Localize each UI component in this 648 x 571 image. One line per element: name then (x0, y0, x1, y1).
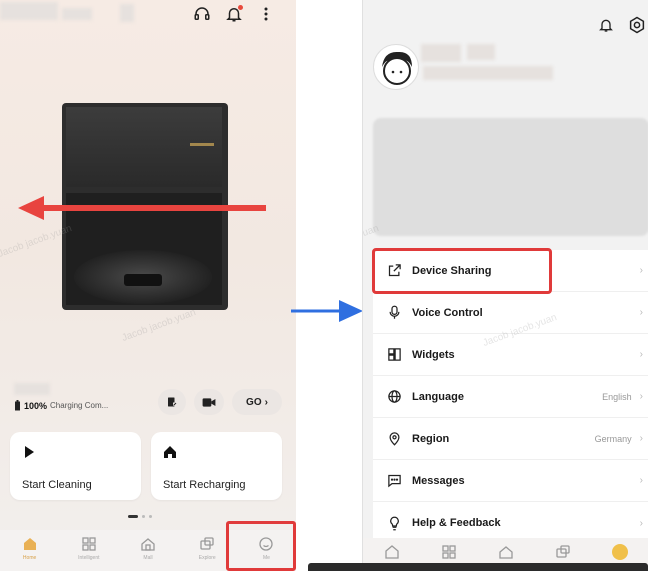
menu-label: Language (412, 390, 464, 403)
swipe-left-arrow (18, 196, 266, 220)
redacted-username-2 (467, 44, 495, 60)
redacted-robot-name (14, 383, 50, 395)
home-tab-icon (384, 545, 399, 559)
location-pin-icon (385, 430, 403, 448)
home-screen: 100% Charging Com... GO › Start Cleaning… (0, 0, 296, 571)
window-bottom-bar (308, 563, 648, 571)
widgets-icon (385, 346, 403, 364)
start-cleaning-card[interactable]: Start Cleaning (10, 432, 141, 500)
page-indicator (128, 515, 152, 518)
map-edit-button[interactable] (158, 389, 186, 415)
headset-icon[interactable] (192, 4, 212, 24)
chevron-right-icon: › (639, 517, 643, 529)
menu-label: Help & Feedback (412, 517, 501, 529)
mic-icon (385, 304, 403, 322)
device-sharing-highlight (372, 248, 552, 294)
menu-item-language[interactable]: Language English › (373, 376, 648, 418)
explore-icon (556, 545, 570, 558)
chevron-right-icon: › (639, 475, 643, 486)
redacted-device-name-2 (62, 8, 92, 20)
watermark-2: Jacob jacob.yuan (120, 307, 198, 344)
redacted-device-name (0, 2, 58, 20)
home-top-icons (192, 4, 276, 24)
tab-intelligent[interactable]: Intelligent (59, 530, 118, 571)
avatar[interactable] (373, 44, 419, 90)
bag-icon (141, 538, 155, 551)
map-edit-icon (168, 397, 177, 407)
start-cleaning-label: Start Cleaning (22, 479, 92, 491)
home-icon (164, 446, 176, 458)
more-vertical-icon[interactable] (256, 4, 276, 24)
go-button[interactable]: GO › (232, 389, 282, 415)
tab-home[interactable]: Home (0, 530, 59, 571)
chevron-right-icon: › (264, 396, 268, 408)
tab-intelligent-label: Intelligent (78, 555, 100, 561)
go-button-label: GO (246, 396, 262, 408)
camera-button[interactable] (194, 389, 224, 415)
tab-explore-label: Explore (198, 555, 216, 561)
redacted-username (421, 44, 461, 62)
chevron-right-icon: › (639, 391, 643, 402)
notification-dot (238, 5, 243, 10)
start-recharging-label: Start Recharging (163, 479, 246, 491)
me-tab-highlight (226, 521, 296, 571)
menu-item-messages[interactable]: Messages › (373, 460, 648, 502)
settings-menu: Device Sharing › Voice Control › Widgets… (373, 250, 648, 550)
grid-icon (442, 545, 456, 559)
menu-value: Germany (594, 433, 632, 444)
menu-value: English (602, 391, 632, 402)
play-icon (25, 446, 34, 458)
menu-label: Region (412, 432, 450, 445)
settings-gear-icon[interactable] (628, 16, 646, 34)
menu-item-region[interactable]: Region Germany › (373, 418, 648, 460)
promo-banner[interactable] (373, 118, 648, 236)
start-recharging-card[interactable]: Start Recharging (151, 432, 282, 500)
chevron-right-icon: › (639, 307, 643, 318)
me-top-icons (598, 16, 646, 34)
battery-icon (15, 400, 20, 411)
globe-icon (385, 388, 403, 406)
grid-icon (82, 537, 96, 551)
battery-percent: 100% (24, 400, 48, 411)
explore-icon (200, 537, 214, 550)
tab-mall[interactable]: Mall (118, 530, 177, 571)
navigation-arrow (291, 300, 363, 322)
robot-vacuum-image (74, 250, 212, 304)
camera-icon (202, 397, 216, 407)
bag-icon (499, 546, 513, 559)
menu-item-widgets[interactable]: Widgets › (373, 334, 648, 376)
battery-status: 100% Charging Com... (14, 400, 108, 411)
redacted-device-name-3 (120, 4, 134, 22)
chevron-right-icon: › (639, 433, 643, 444)
me-icon (612, 544, 629, 560)
lightbulb-icon (385, 514, 403, 532)
bell-icon[interactable] (598, 16, 614, 34)
home-tab-icon (23, 538, 36, 550)
screenshot-stage: 100% Charging Com... GO › Start Cleaning… (0, 0, 648, 571)
redacted-user-id (423, 66, 553, 80)
avatar-illustration (382, 51, 412, 85)
tab-mall-label: Mall (143, 555, 153, 561)
menu-label: Widgets (412, 348, 455, 361)
menu-label: Messages (412, 474, 465, 487)
menu-label: Voice Control (412, 306, 483, 319)
message-icon (385, 472, 403, 490)
tab-home-label: Home (22, 555, 37, 561)
battery-state: Charging Com... (50, 401, 109, 410)
bell-icon[interactable] (224, 4, 244, 24)
chevron-right-icon: › (639, 349, 643, 360)
chevron-right-icon: › (639, 265, 643, 276)
